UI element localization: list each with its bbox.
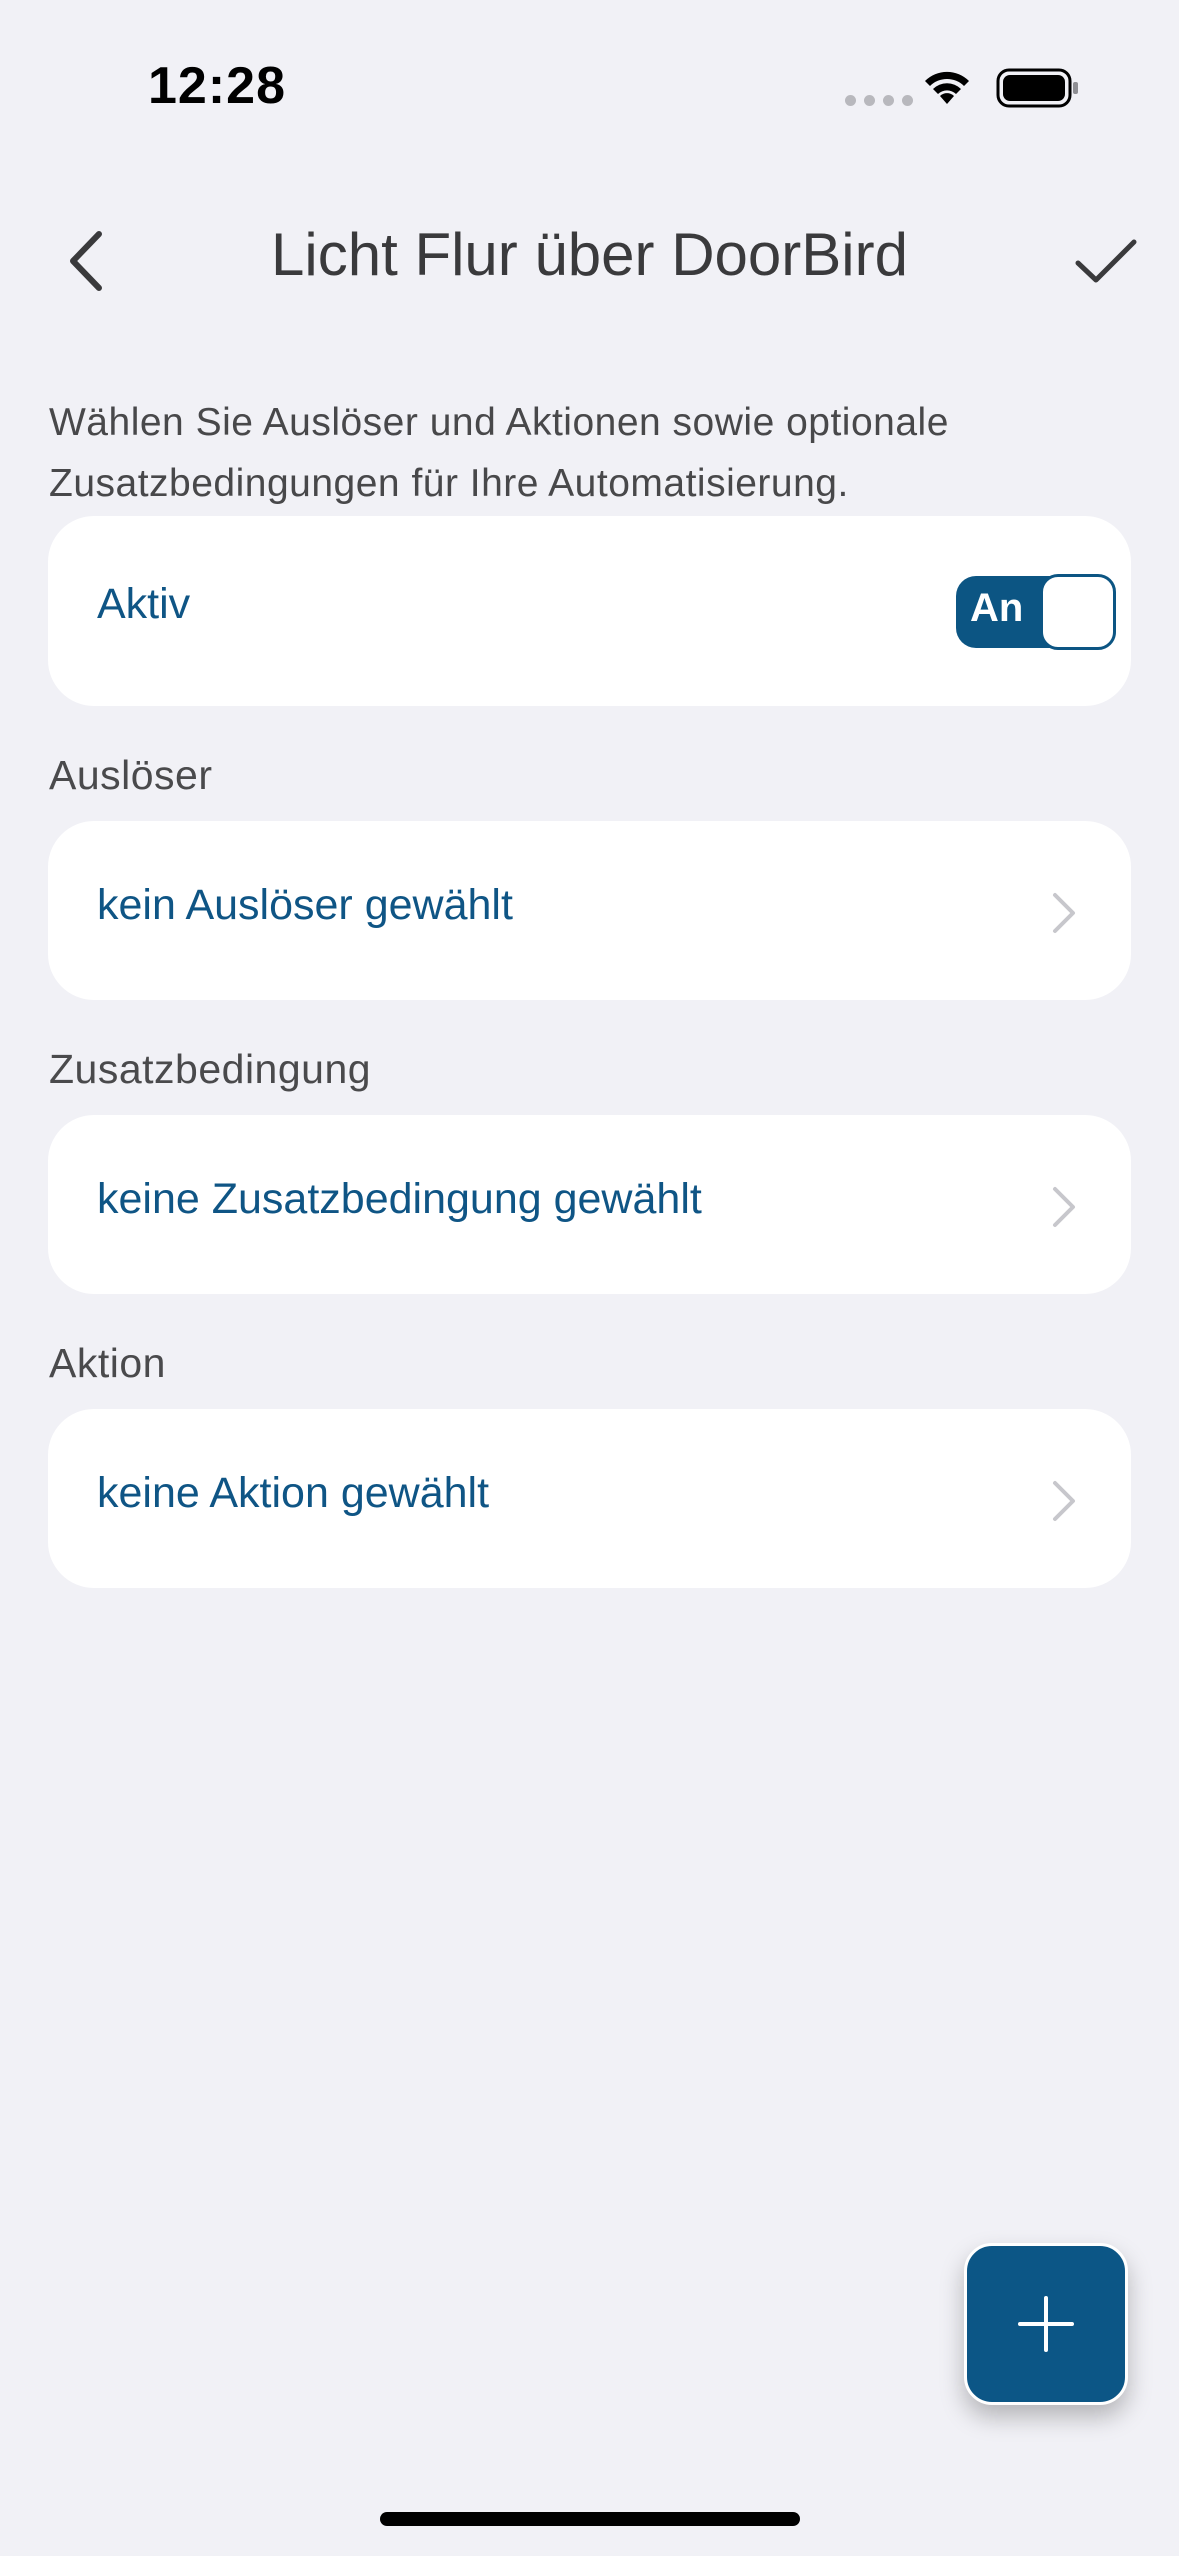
section-header-action: Aktion bbox=[49, 1340, 166, 1386]
trigger-value: kein Auslöser gewählt bbox=[97, 881, 513, 929]
trigger-row[interactable]: kein Auslöser gewählt bbox=[48, 821, 1131, 1000]
plus-icon bbox=[1018, 2296, 1074, 2352]
action-value: keine Aktion gewählt bbox=[97, 1469, 490, 1517]
add-button[interactable] bbox=[964, 2243, 1128, 2405]
wifi-icon bbox=[920, 66, 974, 111]
status-time: 12:28 bbox=[148, 57, 286, 115]
page-title: Licht Flur über DoorBird bbox=[271, 221, 908, 288]
action-row[interactable]: keine Aktion gewählt bbox=[48, 1409, 1131, 1588]
navigation-bar: Licht Flur über DoorBird bbox=[0, 200, 1179, 320]
status-bar: 12:28 bbox=[0, 0, 1179, 170]
active-label: Aktiv bbox=[97, 580, 191, 628]
home-indicator[interactable] bbox=[380, 2512, 800, 2526]
checkmark-icon bbox=[1075, 239, 1137, 283]
chevron-right-icon bbox=[1053, 1481, 1075, 1521]
active-toggle[interactable]: An bbox=[956, 574, 1116, 650]
condition-value: keine Zusatzbedingung gewählt bbox=[97, 1175, 702, 1223]
cellular-dots-icon bbox=[845, 95, 913, 106]
intro-text: Wählen Sie Auslöser und Aktionen sowie o… bbox=[49, 401, 949, 505]
chevron-right-icon bbox=[1053, 1187, 1075, 1227]
toggle-knob bbox=[1040, 574, 1116, 650]
toggle-state-text: An bbox=[970, 586, 1024, 630]
section-header-condition: Zusatzbedingung bbox=[49, 1046, 372, 1092]
section-header-trigger: Auslöser bbox=[49, 752, 213, 798]
active-card: Aktiv An bbox=[48, 516, 1131, 706]
battery-icon bbox=[996, 68, 1080, 113]
confirm-button[interactable] bbox=[1068, 228, 1144, 294]
condition-row[interactable]: keine Zusatzbedingung gewählt bbox=[48, 1115, 1131, 1294]
chevron-right-icon bbox=[1053, 893, 1075, 933]
